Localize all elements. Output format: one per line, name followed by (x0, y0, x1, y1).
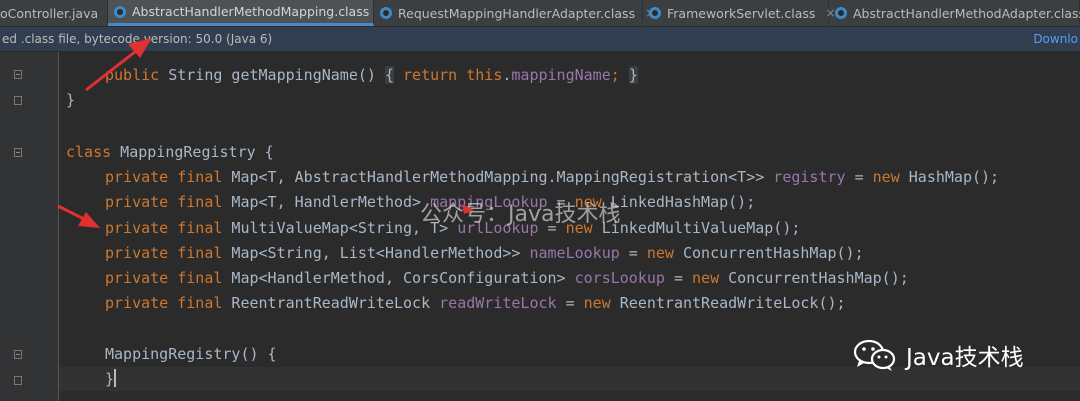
annotation-arrow (57, 204, 87, 222)
wechat-icon (853, 339, 896, 371)
annotation-arrow-head (462, 204, 474, 214)
annotation-arrow-head (78, 212, 100, 228)
annotation-arrow (85, 46, 141, 92)
brand-watermark: Java技术栈 (852, 338, 1024, 372)
brand-text: Java技术栈 (906, 345, 1024, 371)
